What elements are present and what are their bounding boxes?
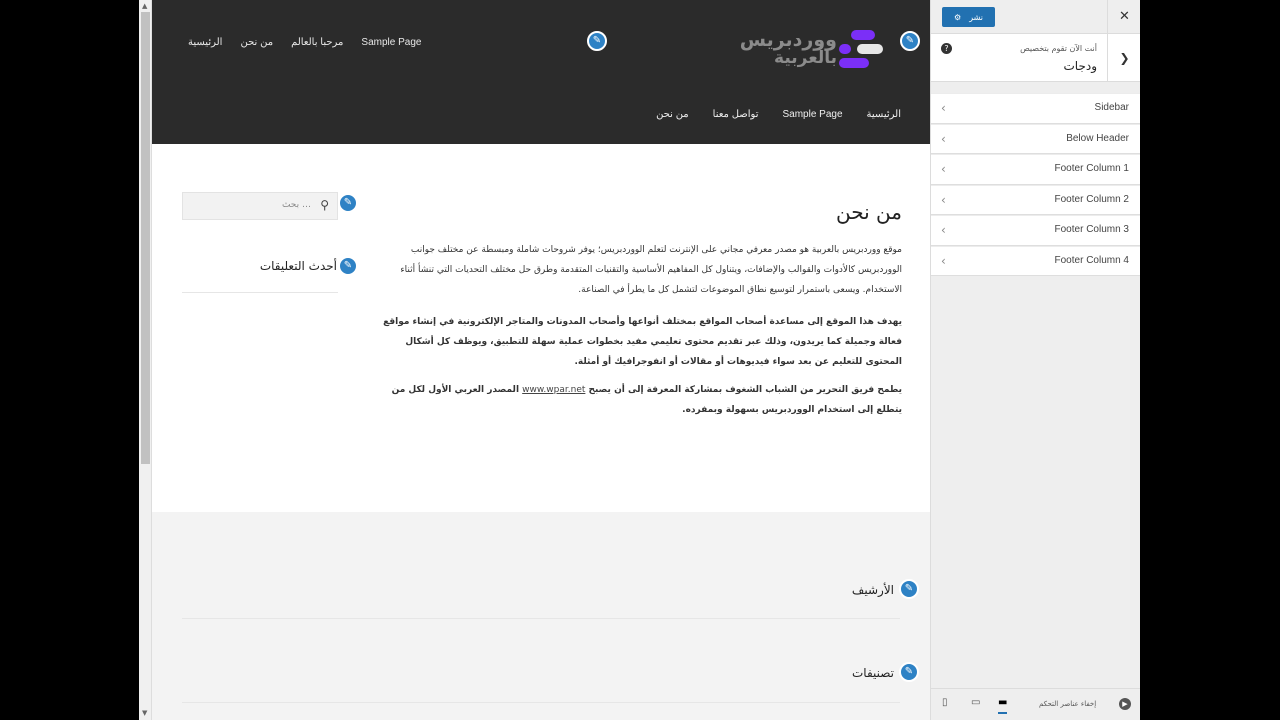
preview-scrollbar[interactable]: ▲ ▼: [139, 0, 152, 720]
panel-footer: ▯ ▭ ▬ إخفاء عناصر التحكم ▶: [931, 688, 1140, 720]
main-navigation: الرئيسية Sample Page تواصل معنا من نحن: [656, 109, 901, 120]
paragraph: يطمح فريق التحرير من الشباب الشغوف بمشار…: [377, 380, 902, 420]
widget-area-label: Footer Column 3: [1054, 224, 1129, 235]
customizer-panel: ⚙ نشر ✕ ? أنت الآن تقوم بتخصيص ودجات ❯ S…: [930, 0, 1140, 720]
widget-area-label: Sidebar: [1094, 102, 1129, 113]
back-chevron-icon[interactable]: ❯: [1107, 34, 1140, 81]
search-placeholder: بحث …: [281, 200, 311, 210]
main-nav-item[interactable]: Sample Page: [783, 109, 843, 120]
widget-area-item[interactable]: Footer Column 1 ‹: [931, 154, 1140, 185]
top-nav-item[interactable]: مرحبا بالعالم: [291, 37, 343, 48]
site-logo[interactable]: ووردبريس بالعربية: [739, 26, 899, 76]
recent-comments-heading: أحدث التعليقات: [259, 259, 337, 273]
categories-heading: تصنيفات: [851, 666, 894, 680]
logo-text-line2: بالعربية: [774, 48, 837, 68]
close-icon[interactable]: ✕: [1107, 0, 1140, 33]
top-nav-item[interactable]: Sample Page: [361, 37, 421, 48]
edit-shortcut-pencil-icon[interactable]: ✎: [338, 256, 358, 276]
chevron-left-icon: ‹: [941, 253, 946, 268]
widget-area-item[interactable]: Footer Column 2 ‹: [931, 184, 1140, 215]
help-icon[interactable]: ?: [941, 43, 952, 54]
widget-area-label: Below Header: [1066, 132, 1129, 144]
edit-shortcut-pencil-icon[interactable]: ✎: [899, 579, 919, 599]
edit-shortcut-pencil-icon[interactable]: ✎: [899, 662, 919, 682]
top-navigation: الرئيسية من نحن مرحبا بالعالم Sample Pag…: [188, 37, 421, 48]
edit-shortcut-pencil-icon[interactable]: ✎: [587, 31, 607, 51]
main-nav-item[interactable]: تواصل معنا: [713, 109, 759, 120]
chevron-left-icon: ‹: [941, 101, 946, 115]
top-nav-item[interactable]: من نحن: [240, 37, 273, 48]
chevron-left-icon: ‹: [941, 223, 946, 237]
collapse-controls-label[interactable]: إخفاء عناصر التحكم: [1039, 700, 1096, 708]
edit-shortcut-pencil-icon[interactable]: ✎: [338, 193, 358, 213]
site-header: الرئيسية من نحن مرحبا بالعالم Sample Pag…: [152, 0, 930, 144]
panel-header: ⚙ نشر ✕: [931, 0, 1140, 34]
edit-shortcut-pencil-icon[interactable]: ✎: [900, 31, 920, 51]
tablet-preview-icon[interactable]: ▭: [971, 697, 980, 708]
widget-area-item[interactable]: Footer Column 3 ‹: [931, 215, 1140, 246]
publish-button[interactable]: ⚙ نشر: [942, 7, 995, 27]
logo-mark: [851, 30, 875, 40]
search-input[interactable]: بحث … ⚲: [182, 192, 338, 220]
site-link[interactable]: www.wpar.net: [522, 385, 585, 395]
scroll-down-arrow-icon[interactable]: ▼: [142, 709, 147, 717]
logo-mark: [839, 58, 869, 68]
desktop-preview-icon[interactable]: ▬: [998, 697, 1008, 714]
section-subtitle: أنت الآن تقوم بتخصيص: [1020, 44, 1097, 53]
logo-mark: [839, 44, 851, 54]
page-title: من نحن: [836, 200, 902, 224]
widget-area-label: Footer Column 1: [1054, 163, 1129, 174]
section-header: ? أنت الآن تقوم بتخصيص ودجات ❯: [931, 34, 1140, 82]
search-icon[interactable]: ⚲: [320, 198, 329, 212]
widget-area-item[interactable]: Footer Column 4 ‹: [931, 245, 1140, 276]
paragraph: يهدف هذا الموقع إلى مساعدة أصحاب المواقع…: [383, 317, 902, 367]
chevron-left-icon: ‹: [941, 131, 946, 146]
chevron-left-icon: ‹: [941, 162, 946, 176]
logo-mark: [857, 44, 883, 54]
scroll-up-arrow-icon[interactable]: ▲: [142, 2, 147, 10]
main-nav-item[interactable]: من نحن: [656, 109, 689, 120]
content-area: من نحن موقع ووردبريس بالعربية هو مصدر مع…: [152, 144, 930, 512]
publish-label: نشر: [969, 12, 983, 22]
main-nav-item[interactable]: الرئيسية: [867, 109, 901, 120]
widget-area-list: Sidebar ‹ Below Header ‹ Footer Column 1…: [931, 93, 1140, 276]
collapse-arrow-icon[interactable]: ▶: [1119, 698, 1131, 710]
divider: [182, 618, 900, 619]
divider: [182, 292, 338, 293]
divider: [182, 702, 900, 703]
widget-area-item[interactable]: Sidebar ‹: [931, 93, 1140, 124]
gear-icon[interactable]: ⚙: [954, 13, 961, 22]
paragraph: موقع ووردبريس بالعربية هو مصدر معرفي مجا…: [400, 245, 902, 295]
widget-area-item[interactable]: Below Header ‹: [931, 123, 1140, 154]
section-title: ودجات: [1063, 59, 1097, 73]
site-preview: الرئيسية من نحن مرحبا بالعالم Sample Pag…: [152, 0, 930, 720]
scroll-thumb[interactable]: [141, 12, 150, 464]
archives-heading: الأرشيف: [851, 583, 894, 597]
chevron-left-icon: ‹: [941, 192, 946, 207]
mobile-preview-icon[interactable]: ▯: [942, 697, 948, 708]
widget-area-label: Footer Column 4: [1054, 254, 1129, 266]
widget-area-label: Footer Column 2: [1054, 193, 1129, 205]
top-nav-item[interactable]: الرئيسية: [188, 37, 222, 48]
customizer-window: ▲ ▼ الرئيسية من نحن مرحبا بالعالم Sample…: [139, 0, 1140, 720]
paragraph-text: يطمح فريق التحرير من الشباب الشغوف بمشار…: [585, 385, 902, 395]
